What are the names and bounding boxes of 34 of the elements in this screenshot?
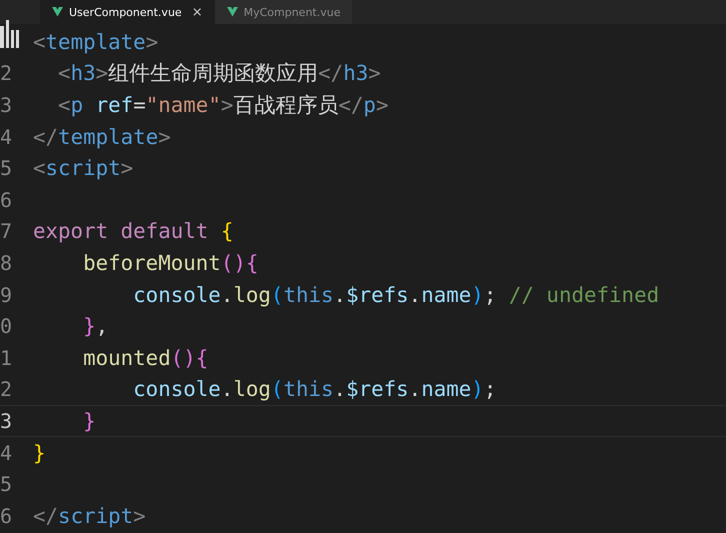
line-number: 4	[0, 124, 12, 149]
code-line: <p ref="name">百战程序员</p>	[57, 92, 388, 119]
file-tab[interactable]: MyCompnent.vue	[214, 0, 352, 24]
code-line: </template>	[33, 124, 171, 149]
code-line: export default {	[33, 219, 234, 244]
code-line: <script>	[33, 156, 134, 180]
line-number: 2	[0, 377, 12, 402]
line-number: 0	[0, 314, 12, 338]
line-number: 4	[0, 440, 12, 465]
code-line: beforeMount(){	[82, 250, 258, 275]
line-number: 5	[0, 472, 12, 496]
code-line: }	[33, 440, 46, 465]
line-number: 1	[0, 346, 12, 370]
line-number: 7	[0, 219, 12, 244]
line-number: 6	[0, 504, 12, 528]
line-number: 9	[0, 282, 12, 307]
code-line: }	[82, 408, 96, 433]
line-number: 6	[0, 188, 12, 212]
vue-logo-icon	[52, 7, 63, 17]
line-number: 8	[0, 250, 12, 275]
line-number: 3	[0, 92, 12, 117]
line-number: 2	[0, 61, 12, 86]
code-line: <h3>组件生命周期函数应用</h3>	[57, 60, 381, 88]
vue-logo-icon	[226, 7, 238, 17]
code-line: </script>	[33, 504, 146, 528]
code-line: mounted(){	[82, 346, 208, 370]
code-line: console.log(this.$refs.name); // undefined	[132, 282, 660, 307]
line-number: 3	[0, 408, 12, 433]
code-line: console.log(this.$refs.name);	[132, 377, 496, 402]
close-icon[interactable]: ×	[192, 4, 203, 20]
code-line: },	[82, 314, 108, 338]
line-number: 5	[0, 156, 12, 180]
code-line: <template>	[33, 30, 158, 54]
file-tab[interactable]: UserComponent.vue ×	[40, 0, 215, 24]
